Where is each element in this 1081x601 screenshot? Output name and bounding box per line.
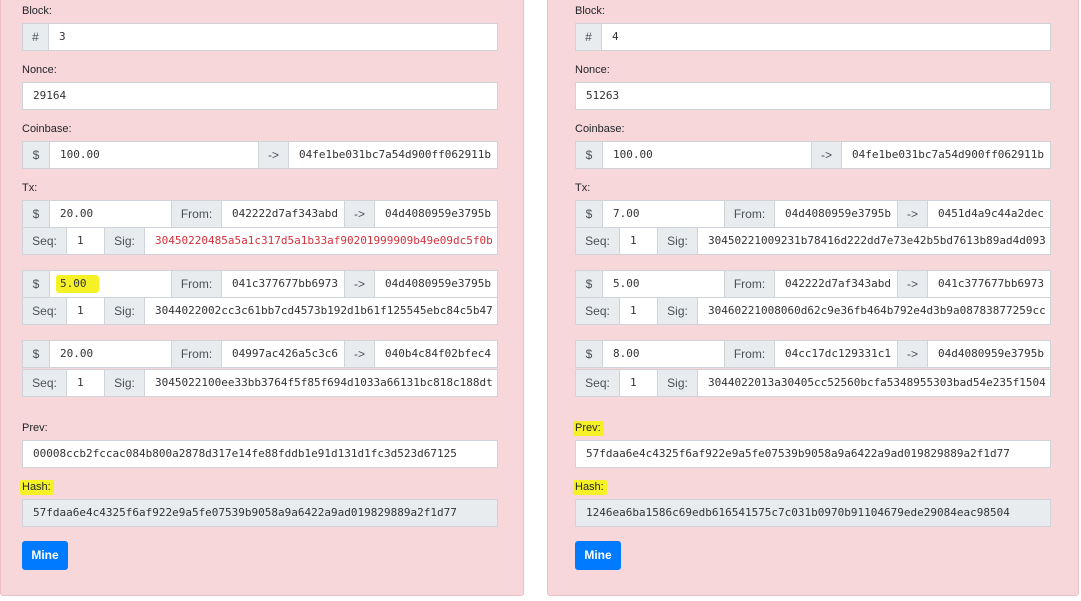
tx-seq-input[interactable]: 1 [66, 227, 105, 255]
arrow-addon: -> [344, 270, 375, 298]
from-addon: From: [171, 200, 222, 228]
dollar-addon: $ [575, 270, 603, 298]
tx-to-input[interactable]: 041c377677bb6973 [927, 270, 1051, 298]
prev-hash-input[interactable]: 57fdaa6e4c4325f6af922e9a5fe07539b9058a9a… [575, 440, 1051, 468]
block-label: Block: [22, 5, 52, 17]
tx-sig-input[interactable]: 3044022013a30405cc52560bcfa5348955303bad… [697, 369, 1051, 397]
mine-button[interactable]: Mine [575, 541, 621, 570]
block-number-input[interactable]: 3 [48, 23, 498, 51]
tx-from-input[interactable]: 041c377677bb6973 [221, 270, 345, 298]
tx-from-input[interactable]: 04cc17dc129331c1 [774, 340, 898, 368]
arrow-addon: -> [344, 200, 375, 228]
seq-addon: Seq: [22, 297, 67, 325]
mine-button[interactable]: Mine [22, 541, 68, 570]
from-addon: From: [171, 340, 222, 368]
tx-sig-input[interactable]: 3044022002cc3c61bb7cd4573b192d1b61f12554… [144, 297, 498, 325]
tx-to-input[interactable]: 04d4080959e3795b [374, 270, 498, 298]
tx-seq-input[interactable]: 1 [619, 297, 658, 325]
tx-seq-input[interactable]: 1 [619, 227, 658, 255]
seq-addon: Seq: [575, 227, 620, 255]
tx-from-input[interactable]: 042222d7af343abd [221, 200, 345, 228]
highlighted-amount: 5.00 [56, 275, 99, 293]
tx-seq-input[interactable]: 1 [66, 297, 105, 325]
tx-amount-input[interactable]: 8.00 [602, 340, 725, 368]
tx-amount-input[interactable]: 20.00 [49, 340, 172, 368]
sig-addon: Sig: [104, 227, 145, 255]
coinbase-to-input[interactable]: 04fe1be031bc7a54d900ff062911b [288, 141, 498, 169]
tx-amount-input[interactable]: 5.00 [602, 270, 725, 298]
coinbase-to-input[interactable]: 04fe1be031bc7a54d900ff062911b [841, 141, 1051, 169]
nonce-input[interactable]: 29164 [22, 82, 498, 110]
tx-seq-input[interactable]: 1 [619, 369, 658, 397]
tx-to-input[interactable]: 04d4080959e3795b [927, 340, 1051, 368]
sig-addon: Sig: [657, 297, 698, 325]
tx-sig-input[interactable]: 30460221008060d62c9e36fb464b792e4d3b9a08… [697, 297, 1051, 325]
arrow-addon: -> [897, 270, 928, 298]
tx-to-input[interactable]: 04d4080959e3795b [374, 200, 498, 228]
dollar-addon: $ [22, 340, 50, 368]
dollar-addon: $ [575, 141, 603, 169]
tx-label: Tx: [575, 182, 591, 194]
hash-label: Hash: [573, 480, 607, 495]
tx-amount-input[interactable]: 20.00 [49, 200, 172, 228]
block-number-input[interactable]: 4 [601, 23, 1051, 51]
block-card: Block: # 3 Nonce: 29164 Coinbase: $ 100.… [0, 0, 524, 596]
arrow-addon: -> [811, 141, 842, 169]
block-label: Block: [575, 5, 605, 17]
tx-seq-input[interactable]: 1 [66, 369, 105, 397]
tx-amount-input[interactable]: 7.00 [602, 200, 725, 228]
block-hash-field: 1246ea6ba1586c69edb616541575c7c031b0970b… [575, 499, 1051, 527]
from-addon: From: [724, 270, 775, 298]
dollar-addon: $ [575, 200, 603, 228]
seq-addon: Seq: [575, 297, 620, 325]
hash-label: Hash: [20, 480, 54, 495]
nonce-label: Nonce: [22, 64, 57, 76]
sig-addon: Sig: [104, 297, 145, 325]
from-addon: From: [724, 200, 775, 228]
nonce-label: Nonce: [575, 64, 610, 76]
dollar-addon: $ [22, 200, 50, 228]
tx-label: Tx: [22, 182, 38, 194]
sig-addon: Sig: [657, 227, 698, 255]
seq-addon: Seq: [575, 369, 620, 397]
nonce-input[interactable]: 51263 [575, 82, 1051, 110]
prev-label: Prev: [573, 421, 604, 436]
from-addon: From: [171, 270, 222, 298]
coinbase-label: Coinbase: [575, 123, 625, 135]
tx-to-input[interactable]: 040b4c84f02bfec4 [374, 340, 498, 368]
dollar-addon: $ [22, 270, 50, 298]
hash-sign-addon: # [22, 23, 49, 51]
tx-sig-input[interactable]: 30450221009231b78416d222dd7e73e42b5bd761… [697, 227, 1051, 255]
sig-addon: Sig: [657, 369, 698, 397]
tx-sig-input[interactable]: 3045022100ee33bb3764f5f85f694d1033a66131… [144, 369, 498, 397]
tx-amount-input[interactable]: 5.00 [49, 270, 172, 298]
coinbase-amount-input[interactable]: 100.00 [49, 141, 259, 169]
arrow-addon: -> [897, 340, 928, 368]
tx-to-input[interactable]: 0451d4a9c44a2dec [927, 200, 1051, 228]
sig-addon: Sig: [104, 369, 145, 397]
hash-sign-addon: # [575, 23, 602, 51]
seq-addon: Seq: [22, 227, 67, 255]
arrow-addon: -> [344, 340, 375, 368]
coinbase-label: Coinbase: [22, 123, 72, 135]
tx-from-input[interactable]: 04d4080959e3795b [774, 200, 898, 228]
block-hash-field: 57fdaa6e4c4325f6af922e9a5fe07539b9058a9a… [22, 499, 498, 527]
tx-from-input[interactable]: 042222d7af343abd [774, 270, 898, 298]
dollar-addon: $ [22, 141, 50, 169]
from-addon: From: [724, 340, 775, 368]
tx-sig-input[interactable]: 30450220485a5a1c317d5a1b33af90201999909b… [144, 227, 498, 255]
tx-from-input[interactable]: 04997ac426a5c3c6 [221, 340, 345, 368]
arrow-addon: -> [897, 200, 928, 228]
prev-label: Prev: [22, 422, 48, 434]
seq-addon: Seq: [22, 369, 67, 397]
block-card: Block: # 4 Nonce: 51263 Coinbase: $ 100.… [547, 0, 1079, 596]
dollar-addon: $ [575, 340, 603, 368]
arrow-addon: -> [258, 141, 289, 169]
coinbase-amount-input[interactable]: 100.00 [602, 141, 812, 169]
prev-hash-input[interactable]: 00008ccb2fccac084b800a2878d317e14fe88fdd… [22, 440, 498, 468]
